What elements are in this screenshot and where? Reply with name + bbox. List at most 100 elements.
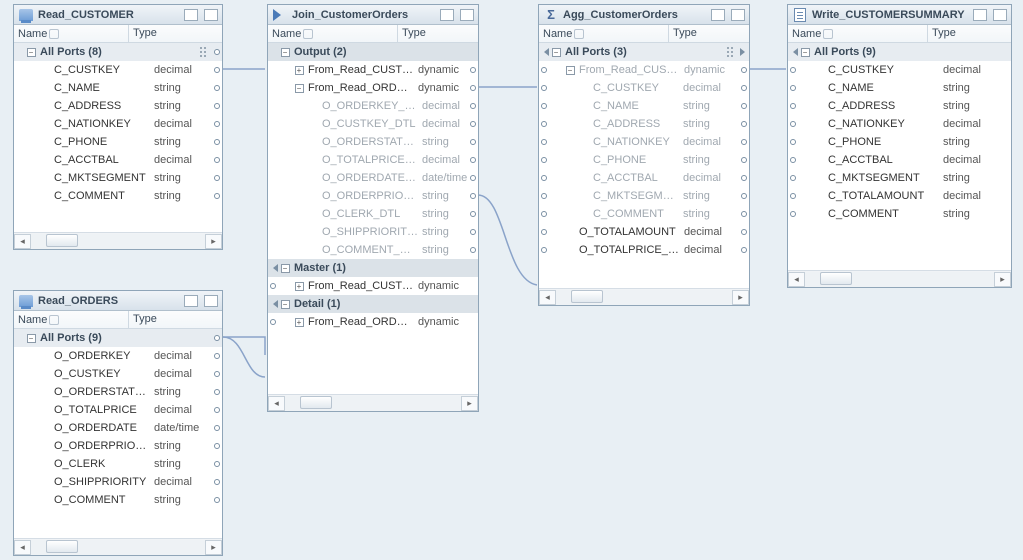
node-write[interactable]: Write_CUSTOMERSUMMARY Name Type −All Por… — [787, 4, 1012, 288]
port-row[interactable]: O_TOTALPRICE_DTLdecimal — [268, 151, 478, 169]
minimize-button[interactable] — [711, 9, 725, 21]
minimize-button[interactable] — [973, 9, 987, 21]
collapse-icon[interactable]: − — [552, 48, 561, 57]
node-header[interactable]: Join_CustomerOrders — [268, 5, 478, 25]
minimize-button[interactable] — [184, 295, 198, 307]
scroll-right-icon[interactable]: ▸ — [732, 290, 749, 305]
scroll-right-icon[interactable]: ▸ — [461, 396, 478, 411]
expand-icon[interactable]: + — [295, 282, 304, 291]
node-header[interactable]: Read_ORDERS — [14, 291, 222, 311]
port-row[interactable]: O_ORDERPRIORI...string — [14, 437, 222, 455]
port-row[interactable]: O_ORDERSTATUSstring — [14, 383, 222, 401]
port-row[interactable]: C_COMMENTstring — [14, 187, 222, 205]
scrollbar-horizontal[interactable]: ◂▸ — [14, 232, 222, 249]
maximize-button[interactable] — [731, 9, 745, 21]
scroll-left-icon[interactable]: ◂ — [14, 234, 31, 249]
maximize-button[interactable] — [204, 9, 218, 21]
port-row[interactable]: C_TOTALAMOUNTdecimal — [788, 187, 1011, 205]
scrollbar-horizontal[interactable]: ◂▸ — [268, 394, 478, 411]
port-row[interactable]: C_NAMEstring — [14, 79, 222, 97]
collapse-icon[interactable]: − — [295, 84, 304, 93]
port-row[interactable]: C_ADDRESSstring — [788, 97, 1011, 115]
node-header[interactable]: Read_CUSTOMER — [14, 5, 222, 25]
column-headers[interactable]: Name Type — [539, 25, 749, 43]
port-row[interactable]: +From_Read_ORDERSdynamic — [268, 313, 478, 331]
collapse-icon[interactable]: − — [281, 264, 290, 273]
drag-handle-icon[interactable] — [200, 47, 210, 57]
minimize-button[interactable] — [184, 9, 198, 21]
sort-icon[interactable] — [823, 29, 833, 39]
port-row[interactable]: C_ADDRESSstring — [14, 97, 222, 115]
column-headers[interactable]: Name Type — [14, 25, 222, 43]
port-row[interactable]: C_MKTSEGMENTstring — [788, 169, 1011, 187]
scroll-left-icon[interactable]: ◂ — [268, 396, 285, 411]
minimize-button[interactable] — [440, 9, 454, 21]
group-master[interactable]: −Master (1) — [268, 259, 478, 277]
group-all-ports[interactable]: −All Ports (3) — [539, 43, 749, 61]
port-row[interactable]: C_COMMENTstring — [539, 205, 749, 223]
port-row[interactable]: C_NAMEstring — [788, 79, 1011, 97]
scrollbar-horizontal[interactable]: ◂▸ — [14, 538, 222, 555]
port-row[interactable]: O_ORDERPRIORIT...string — [268, 187, 478, 205]
port-row[interactable]: O_ORDERDATE_DTLdate/time — [268, 169, 478, 187]
port-row[interactable]: O_CLERK_DTLstring — [268, 205, 478, 223]
port-row[interactable]: O_ORDERKEY_DTLdecimal — [268, 97, 478, 115]
group-detail[interactable]: −Detail (1) — [268, 295, 478, 313]
expand-icon[interactable]: + — [295, 318, 304, 327]
port-row[interactable]: O_TOTALPRICE_DTLdecimal — [539, 241, 749, 259]
scrollbar-horizontal[interactable]: ◂▸ — [788, 270, 1011, 287]
node-read-orders[interactable]: Read_ORDERS Name Type −All Ports (9) O_O… — [13, 290, 223, 556]
scroll-right-icon[interactable]: ▸ — [994, 272, 1011, 287]
node-read-customer[interactable]: Read_CUSTOMER Name Type −All Ports (8) C… — [13, 4, 223, 250]
port-row[interactable]: C_NATIONKEYdecimal — [788, 115, 1011, 133]
port-row[interactable]: C_PHONEstring — [788, 133, 1011, 151]
port-row[interactable]: C_CUSTKEYdecimal — [14, 61, 222, 79]
node-agg[interactable]: Σ Agg_CustomerOrders Name Type −All Port… — [538, 4, 750, 306]
port-row[interactable]: O_SHIPPRIORITYdecimal — [14, 473, 222, 491]
port-row[interactable]: O_COMMENT_DTLstring — [268, 241, 478, 259]
expand-icon[interactable]: + — [295, 66, 304, 75]
port-row[interactable]: C_PHONEstring — [14, 133, 222, 151]
port-row[interactable]: O_CUSTKEYdecimal — [14, 365, 222, 383]
node-join[interactable]: Join_CustomerOrders Name Type −Output (2… — [267, 4, 479, 412]
maximize-button[interactable] — [460, 9, 474, 21]
port-row[interactable]: C_PHONEstring — [539, 151, 749, 169]
port-row[interactable]: C_MKTSEGMENTstring — [539, 187, 749, 205]
collapse-icon[interactable]: − — [281, 300, 290, 309]
port-row[interactable]: O_ORDERKEYdecimal — [14, 347, 222, 365]
node-header[interactable]: Σ Agg_CustomerOrders — [539, 5, 749, 25]
scroll-left-icon[interactable]: ◂ — [788, 272, 805, 287]
port-row[interactable]: C_NAMEstring — [539, 97, 749, 115]
port-row[interactable]: C_ADDRESSstring — [539, 115, 749, 133]
port-row[interactable]: O_ORDERDATEdate/time — [14, 419, 222, 437]
maximize-button[interactable] — [204, 295, 218, 307]
scroll-right-icon[interactable]: ▸ — [205, 540, 222, 555]
port-row[interactable]: −From_Read_CUST...dynamic — [539, 61, 749, 79]
port-row[interactable]: +From_Read_CUSTO...dynamic — [268, 61, 478, 79]
port-row[interactable]: C_ACCTBALdecimal — [788, 151, 1011, 169]
collapse-icon[interactable]: − — [27, 334, 36, 343]
port-row[interactable]: O_COMMENTstring — [14, 491, 222, 509]
collapse-icon[interactable]: − — [27, 48, 36, 57]
port-row[interactable]: +From_Read_CUSTO...dynamic — [268, 277, 478, 295]
port-row[interactable]: O_CUSTKEY_DTLdecimal — [268, 115, 478, 133]
port-row[interactable]: C_CUSTKEYdecimal — [539, 79, 749, 97]
group-all-ports[interactable]: −All Ports (9) — [788, 43, 1011, 61]
port-row[interactable]: C_NATIONKEYdecimal — [14, 115, 222, 133]
scroll-right-icon[interactable]: ▸ — [205, 234, 222, 249]
column-headers[interactable]: Name Type — [788, 25, 1011, 43]
port-row[interactable]: C_NATIONKEYdecimal — [539, 133, 749, 151]
port-row[interactable]: O_TOTALPRICEdecimal — [14, 401, 222, 419]
sort-icon[interactable] — [303, 29, 313, 39]
port-row[interactable]: O_ORDERSTATUS...string — [268, 133, 478, 151]
collapse-icon[interactable]: − — [281, 48, 290, 57]
node-header[interactable]: Write_CUSTOMERSUMMARY — [788, 5, 1011, 25]
port-row[interactable]: C_ACCTBALdecimal — [14, 151, 222, 169]
sort-icon[interactable] — [49, 29, 59, 39]
maximize-button[interactable] — [993, 9, 1007, 21]
scroll-left-icon[interactable]: ◂ — [14, 540, 31, 555]
group-all-ports[interactable]: −All Ports (9) — [14, 329, 222, 347]
group-all-ports[interactable]: −All Ports (8) — [14, 43, 222, 61]
collapse-icon[interactable]: − — [566, 66, 575, 75]
sort-icon[interactable] — [574, 29, 584, 39]
